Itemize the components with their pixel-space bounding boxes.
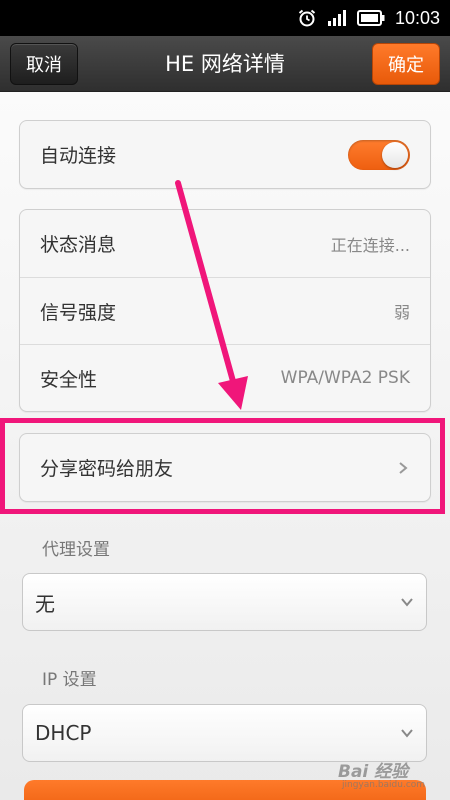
cancel-button[interactable]: 取消	[10, 43, 78, 85]
proxy-select[interactable]: 无	[22, 573, 427, 631]
auto-connect-toggle[interactable]	[348, 139, 410, 170]
share-password-card: 分享密码给朋友	[19, 433, 431, 502]
status-bar: 10:03	[0, 0, 450, 36]
status-message-value: 正在连接...	[330, 235, 410, 255]
toggle-knob	[382, 141, 408, 168]
signal-strength-row: 信号强度 弱	[20, 277, 430, 344]
status-message-label: 状态消息	[40, 234, 117, 256]
status-message-row: 状态消息 正在连接...	[20, 210, 430, 277]
security-label: 安全性	[40, 368, 98, 391]
security-value: WPA/WPA2 PSK	[280, 368, 410, 388]
ip-section-label: IP 设置	[42, 670, 97, 690]
proxy-selected-value: 无	[35, 591, 55, 616]
signal-icon	[327, 9, 347, 27]
chevron-down-icon	[401, 729, 413, 738]
chevron-down-icon	[401, 598, 413, 607]
info-card: 状态消息 正在连接... 信号强度 弱 安全性 WPA/WPA2 PSK	[19, 209, 431, 412]
security-row: 安全性 WPA/WPA2 PSK	[20, 344, 430, 411]
signal-strength-value: 弱	[393, 303, 410, 322]
signal-strength-label: 信号强度	[40, 301, 117, 324]
title-bar: HE 网络详情 取消 确定	[0, 36, 450, 92]
auto-connect-label: 自动连接	[40, 145, 117, 167]
proxy-section-label: 代理设置	[42, 540, 110, 560]
ip-selected-value: DHCP	[35, 721, 92, 745]
share-password-label: 分享密码给朋友	[40, 458, 174, 480]
ip-select[interactable]: DHCP	[22, 704, 427, 762]
battery-icon	[356, 9, 385, 27]
chevron-right-icon	[399, 461, 408, 474]
alarm-icon	[297, 8, 317, 28]
watermark: Bai 经验	[338, 762, 409, 782]
status-time: 10:03	[394, 7, 440, 28]
watermark-url: jingyan.baidu.com	[342, 780, 426, 790]
auto-connect-row[interactable]: 自动连接	[20, 121, 430, 188]
network-details: 自动连接 状态消息 正在连接... 信号强度 弱 安全性 WPA/WPA2 PS…	[0, 92, 450, 800]
confirm-button[interactable]: 确定	[372, 43, 440, 85]
auto-connect-card: 自动连接	[19, 120, 431, 189]
share-password-row[interactable]: 分享密码给朋友	[20, 434, 430, 501]
